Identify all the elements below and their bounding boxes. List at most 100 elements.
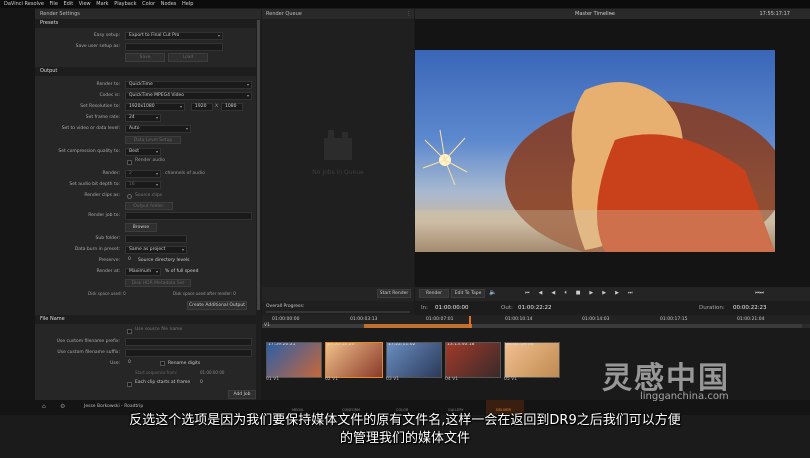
compression-select[interactable]: Best: [125, 148, 161, 156]
easy-setup-select[interactable]: Export to Final Cut Pro: [125, 32, 223, 40]
speaker-icon[interactable]: 🔈: [489, 289, 496, 296]
custom-prefix-row: Use custom filename prefix:: [35, 337, 256, 347]
use-source-name-label: Use source file name: [135, 327, 183, 332]
video-level-select[interactable]: Auto: [125, 125, 191, 133]
playhead[interactable]: [469, 316, 471, 328]
timeline-clip[interactable]: 14:01:59:06: [504, 342, 560, 378]
save-setup-input[interactable]: [125, 43, 223, 51]
tab-render[interactable]: Render: [419, 289, 449, 298]
menu-mark[interactable]: Mark: [96, 1, 108, 7]
home-icon[interactable]: ⌂: [42, 403, 46, 410]
timeline-clip[interactable]: 17:59:26:21: [266, 342, 322, 378]
in-out-range[interactable]: [262, 324, 810, 328]
rename-digits-checkbox[interactable]: [160, 361, 165, 366]
menu-bar: DaVinci Resolve File Edit View Mark Play…: [0, 0, 810, 8]
browse-button[interactable]: Browse: [125, 223, 157, 232]
chevron-down-icon[interactable]: ▾: [610, 9, 612, 19]
custom-prefix-input[interactable]: [125, 338, 252, 346]
codec-label: Codec is:: [99, 93, 120, 98]
master-timeline-select[interactable]: Master Timeline: [575, 9, 615, 19]
save-button[interactable]: Save: [125, 53, 165, 62]
resolution-width-input[interactable]: 1920: [191, 103, 213, 111]
presets-section[interactable]: Presets: [35, 19, 256, 28]
menu-color[interactable]: Color: [142, 1, 155, 7]
resolution-x: X: [215, 104, 219, 109]
settings-scrollbar-thumb[interactable]: [257, 20, 260, 310]
channels-select[interactable]: 2: [125, 170, 161, 178]
menu-nodes[interactable]: Nodes: [161, 1, 177, 7]
create-output-button[interactable]: Create Additional Output: [187, 301, 247, 310]
render-queue-panel: No Jobs in Queue: [262, 19, 414, 287]
render-range[interactable]: [364, 324, 472, 328]
use-digits-row: Use: 0 Rename digits: [35, 359, 256, 369]
disk-space-label: Disk space used:: [88, 291, 122, 296]
loop-icon[interactable]: ⏮⏭: [755, 290, 764, 296]
custom-suffix-input[interactable]: [125, 349, 252, 357]
menu-app[interactable]: DaVinci Resolve: [4, 1, 44, 7]
add-job-button[interactable]: Add Job: [228, 390, 256, 399]
source-clips-radio[interactable]: [127, 194, 132, 199]
render-label: Render:: [102, 171, 120, 176]
audio-bit-depth-row: Set audio bit depth to: 16: [35, 180, 256, 190]
timeline-clip[interactable]: 13:13:46:18: [445, 342, 501, 378]
use-source-name-checkbox[interactable]: [127, 329, 132, 334]
menu-file[interactable]: File: [50, 1, 58, 7]
tab-edit-to-tape[interactable]: Edit To Tape: [451, 289, 485, 298]
output-folder-button[interactable]: Output folder:: [125, 202, 173, 210]
duration-label: Duration:: [699, 305, 725, 311]
transport-controls[interactable]: ⏮◀◀⏴■▶▶▶⏭: [525, 290, 641, 296]
timeline-ruler[interactable]: 01:00:00:00 01:00:03:13 01:00:07:01 01:0…: [262, 315, 810, 324]
start-timecode-value[interactable]: 01:00:00:00: [200, 370, 224, 375]
file-name-section[interactable]: File Name: [35, 315, 256, 324]
menu-edit[interactable]: Edit: [64, 1, 74, 7]
output-section[interactable]: Output: [35, 67, 256, 76]
sub-folder-input[interactable]: [125, 235, 187, 243]
out-timecode[interactable]: 01:00:22:22: [518, 301, 552, 315]
in-timecode[interactable]: 01:00:00:00: [435, 301, 469, 315]
render-job-input[interactable]: [125, 212, 252, 220]
render-queue-menu-icon[interactable]: ⋮: [406, 9, 411, 19]
each-clip-checkbox[interactable]: [127, 382, 132, 387]
overall-progress-label: Overall Progress:: [266, 304, 305, 309]
frame-rate-label: Set frame rate:: [85, 115, 120, 120]
viewer-header: Master Timeline ▾ 17:55:17:17: [415, 9, 810, 19]
audio-channels-row: Render: 2 channels of audio: [35, 169, 256, 179]
video-level-row: Set to video or data level: Auto: [35, 124, 256, 134]
render-at-row: Render at: Maximum % of full speed: [35, 267, 256, 277]
timeline-clip[interactable]: 17:55:12:20: [325, 342, 383, 378]
viewer-timecode: 17:55:17:17: [759, 11, 790, 17]
audio-bit-depth-select[interactable]: 16: [125, 181, 161, 189]
render-at-select[interactable]: Maximum: [125, 268, 161, 276]
preserve-value[interactable]: 0: [125, 257, 133, 265]
clip-label: 05 V1: [504, 377, 518, 382]
menu-help[interactable]: Help: [182, 1, 193, 7]
render-audio-checkbox[interactable]: [127, 160, 132, 165]
menu-playback[interactable]: Playback: [114, 1, 136, 7]
disk-hdr-button[interactable]: Disk HDR Metadata Set: [125, 279, 191, 287]
data-levels-button[interactable]: Data Level Setup: [125, 136, 181, 144]
load-button[interactable]: Load: [168, 53, 208, 62]
ruler-tick-label: 01:00:10:14: [505, 317, 533, 322]
clip-label: 01 V1: [266, 377, 280, 382]
clip-label: 04 V1: [445, 377, 459, 382]
render-to-select[interactable]: QuickTime: [125, 81, 252, 89]
codec-select[interactable]: QuickTime MPEG4 Video: [125, 92, 252, 100]
start-render-button[interactable]: Start Render: [377, 289, 411, 298]
each-clip-value[interactable]: 0: [200, 380, 203, 385]
render-audio-label: Render audio: [135, 158, 165, 163]
gear-icon[interactable]: ⚙: [60, 403, 65, 410]
resolution-select[interactable]: 1920x1080: [125, 103, 185, 111]
custom-suffix-label: Use custom filename suffix:: [57, 350, 120, 355]
frame-rate-select[interactable]: 24: [125, 114, 161, 122]
video-level-label: Set to video or data level:: [61, 126, 120, 131]
data-burnin-select[interactable]: Same as project: [125, 246, 187, 254]
audio-bit-depth-label: Set audio bit depth to:: [69, 182, 120, 187]
resolution-height-input[interactable]: 1080: [221, 103, 243, 111]
clip-timecode: 13:13:46:18: [447, 342, 475, 347]
use-value[interactable]: 0: [125, 360, 133, 368]
clip-timecode: 17:59:26:21: [268, 342, 296, 347]
menu-view[interactable]: View: [79, 1, 91, 7]
timeline-clip[interactable]: 17:22:11:02: [386, 342, 442, 378]
preserve-label: Preserve:: [98, 258, 120, 263]
track-label: V1: [264, 323, 270, 328]
